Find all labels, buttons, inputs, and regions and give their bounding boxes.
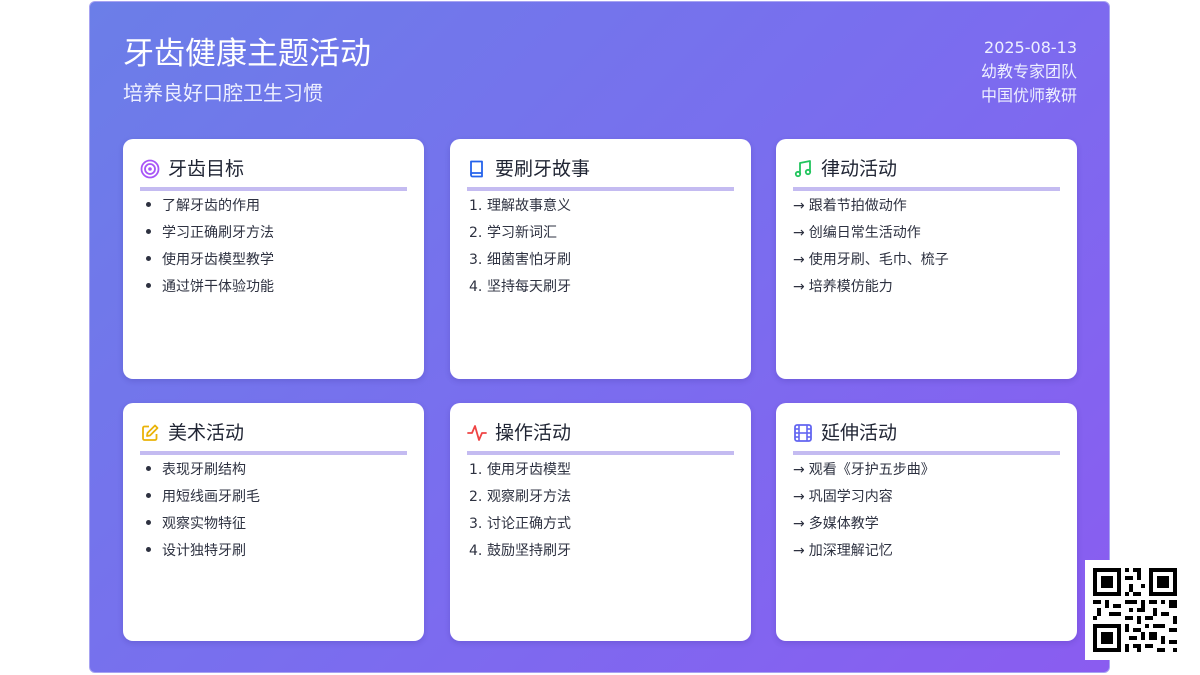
list-item: 2. 学习新词汇 — [469, 225, 557, 241]
date-label: 2025-08-13 — [984, 38, 1077, 57]
card-title: 牙齿目标 — [168, 158, 245, 180]
list-item: 使用牙齿模型教学 — [140, 251, 274, 278]
card-list: 1. 理解故事意义 2. 学习新词汇 3. 细菌害怕牙刷 4. 坚持每天刷牙 — [467, 197, 571, 305]
list-item: 1. 使用牙齿模型 — [469, 462, 571, 478]
card-title: 要刷牙故事 — [495, 158, 591, 180]
card-header: 延伸活动 — [793, 420, 1060, 455]
card-art-activity: 美术活动 表现牙刷结构 用短线画牙刷毛 观察实物特征 设计独特牙刷 — [123, 403, 424, 641]
list-item: 3. 讨论正确方式 — [469, 516, 571, 532]
list-item: 了解牙齿的作用 — [140, 197, 274, 224]
card-tooth-goals: 牙齿目标 了解牙齿的作用 学习正确刷牙方法 使用牙齿模型教学 通过饼干体验功能 — [123, 139, 424, 379]
list-item: → 使用牙刷、毛巾、梳子 — [793, 252, 949, 268]
list-item: 用短线画牙刷毛 — [140, 488, 260, 515]
list-item: 表现牙刷结构 — [140, 461, 260, 488]
card-hands-on-activity: 操作活动 1. 使用牙齿模型 2. 观察刷牙方法 3. 讨论正确方式 4. 鼓励坚持刷牙 — [450, 403, 751, 641]
list-item: 观察实物特征 — [140, 515, 260, 542]
list-item: 4. 鼓励坚持刷牙 — [469, 543, 571, 559]
list-item: → 创编日常生活动作 — [793, 225, 921, 241]
card-list: 表现牙刷结构 用短线画牙刷毛 观察实物特征 设计独特牙刷 — [140, 461, 260, 569]
list-item: 2. 观察刷牙方法 — [469, 489, 571, 505]
card-title: 美术活动 — [168, 422, 245, 444]
list-item: 1. 理解故事意义 — [469, 198, 571, 214]
page-subtitle: 培养良好口腔卫生习惯 — [123, 81, 323, 105]
card-list: 了解牙齿的作用 学习正确刷牙方法 使用牙齿模型教学 通过饼干体验功能 — [140, 197, 274, 305]
list-item: 4. 坚持每天刷牙 — [469, 279, 571, 295]
qr-code-icon — [1085, 560, 1185, 660]
card-list: → 跟着节拍做动作 → 创编日常生活动作 → 使用牙刷、毛巾、梳子 → 培养模仿能力 — [793, 197, 949, 305]
meta-info: 2025-08-13 幼教专家团队 中国优师教研 — [981, 36, 1077, 108]
music-note-icon — [793, 159, 813, 179]
card-header: 美术活动 — [140, 420, 407, 455]
film-icon — [793, 423, 813, 443]
card-extension-activity: 延伸活动 → 观看《牙护五步曲》 → 巩固学习内容 → 多媒体教学 → 加深理解记忆 — [776, 403, 1077, 641]
list-item: → 加深理解记忆 — [793, 543, 893, 559]
card-header: 牙齿目标 — [140, 156, 407, 191]
card-title: 延伸活动 — [821, 422, 898, 444]
org-label: 中国优师教研 — [980, 86, 1077, 105]
card-header: 要刷牙故事 — [467, 156, 734, 191]
card-list: → 观看《牙护五步曲》 → 巩固学习内容 → 多媒体教学 → 加深理解记忆 — [793, 461, 935, 569]
card-title: 律动活动 — [821, 158, 898, 180]
target-icon — [140, 159, 160, 179]
card-header: 律动活动 — [793, 156, 1060, 191]
list-item: 设计独特牙刷 — [140, 542, 260, 569]
card-rhythm-activity: 律动活动 → 跟着节拍做动作 → 创编日常生活动作 → 使用牙刷、毛巾、梳子 → 培养模… — [776, 139, 1077, 379]
list-item: → 巩固学习内容 — [793, 489, 893, 505]
list-item: 通过饼干体验功能 — [140, 278, 274, 305]
card-title: 操作活动 — [495, 422, 572, 444]
book-icon — [467, 159, 487, 179]
page-title: 牙齿健康主题活动 — [123, 36, 371, 72]
list-item: 学习正确刷牙方法 — [140, 224, 274, 251]
team-label: 幼教专家团队 — [980, 62, 1077, 81]
list-item: → 观看《牙护五步曲》 — [793, 462, 935, 478]
card-brushing-story: 要刷牙故事 1. 理解故事意义 2. 学习新词汇 3. 细菌害怕牙刷 4. 坚持每天刷牙 — [450, 139, 751, 379]
list-item: 3. 细菌害怕牙刷 — [469, 252, 571, 268]
activity-pulse-icon — [467, 423, 487, 443]
card-list: 1. 使用牙齿模型 2. 观察刷牙方法 3. 讨论正确方式 4. 鼓励坚持刷牙 — [467, 461, 571, 569]
edit-icon — [140, 423, 160, 443]
card-header: 操作活动 — [467, 420, 734, 455]
list-item: → 培养模仿能力 — [793, 279, 893, 295]
list-item: → 多媒体教学 — [793, 516, 879, 532]
list-item: → 跟着节拍做动作 — [793, 198, 907, 214]
activity-panel: 牙齿健康主题活动 培养良好口腔卫生习惯 2025-08-13 幼教专家团队 中国… — [89, 1, 1110, 673]
